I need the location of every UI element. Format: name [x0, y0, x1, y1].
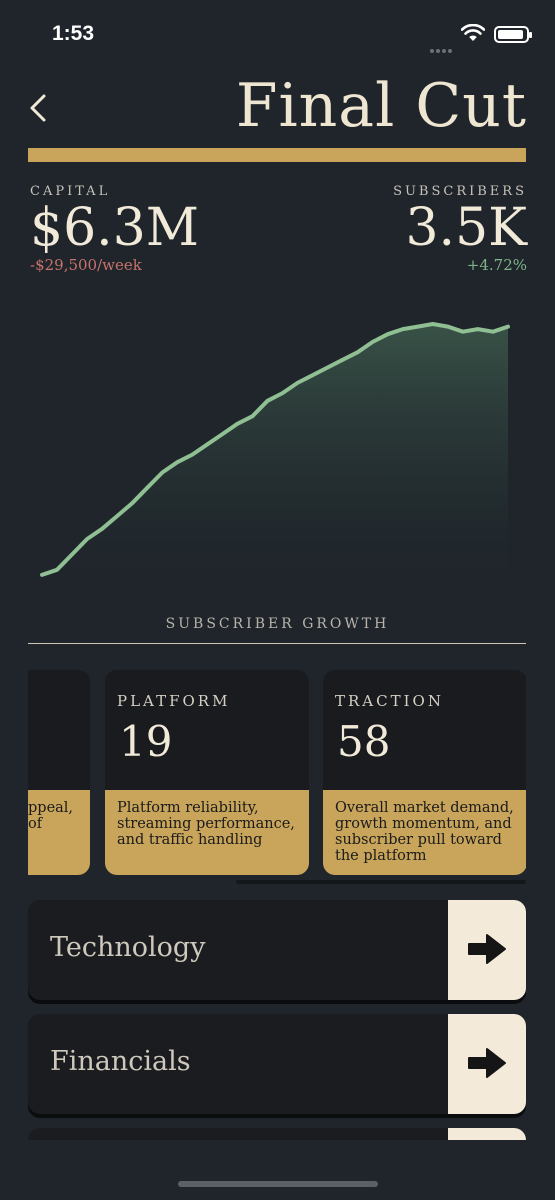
subscriber-growth-chart [40, 322, 510, 580]
back-chevron-icon[interactable] [24, 88, 56, 128]
metric-card-description: ppeal, of [28, 790, 90, 875]
metric-card-label: TRACTION [335, 692, 444, 710]
title-underline [28, 148, 526, 162]
chart-title: SUBSCRIBER GROWTH [165, 616, 390, 632]
capital-change: -$29,500/week [30, 256, 142, 274]
wifi-icon [461, 24, 485, 41]
divider [28, 643, 526, 644]
metric-card-platform[interactable]: PLATFORM 19 Platform reliability, stream… [105, 670, 309, 875]
section-row-button[interactable] [448, 1014, 526, 1114]
section-row-button[interactable] [448, 900, 526, 1000]
status-time: 1:53 [52, 22, 95, 45]
subscribers-change: +4.72% [466, 256, 527, 274]
section-row-label: Financials [50, 1046, 191, 1077]
subscribers-value: 3.5K [405, 198, 527, 258]
section-row-label: Technology [50, 932, 206, 963]
chart-area-fill [42, 324, 508, 580]
metric-card-traction[interactable]: TRACTION 58 Overall market demand, growt… [323, 670, 526, 875]
arrow-right-icon [468, 934, 506, 964]
metric-card-description: Platform reliability, streaming performa… [105, 790, 309, 875]
section-row-technology[interactable]: Technology [28, 900, 526, 1000]
carousel-scrollbar[interactable] [236, 880, 526, 884]
signal-icon [430, 38, 454, 57]
bottom-area [0, 1140, 555, 1200]
capital-value: $6.3M [30, 198, 200, 258]
battery-icon [494, 26, 532, 43]
section-row-financials[interactable]: Financials [28, 1014, 526, 1114]
metric-card-partial[interactable]: ppeal, of [28, 670, 90, 875]
metric-card-value: 19 [119, 717, 173, 766]
arrow-right-icon [468, 1048, 506, 1078]
metric-card-label: PLATFORM [117, 692, 231, 710]
metric-card-description: Overall market demand, growth momentum, … [323, 790, 526, 875]
metric-card-value: 58 [337, 717, 391, 766]
page-title: Final Cut [235, 71, 527, 141]
status-bar: 1:53 [0, 0, 555, 70]
section-row-partial[interactable] [28, 1128, 526, 1140]
section-row-button[interactable] [448, 1128, 526, 1140]
home-indicator[interactable] [178, 1181, 378, 1187]
metric-cards-carousel[interactable]: ppeal, of PLATFORM 19 Platform reliabili… [28, 670, 526, 885]
